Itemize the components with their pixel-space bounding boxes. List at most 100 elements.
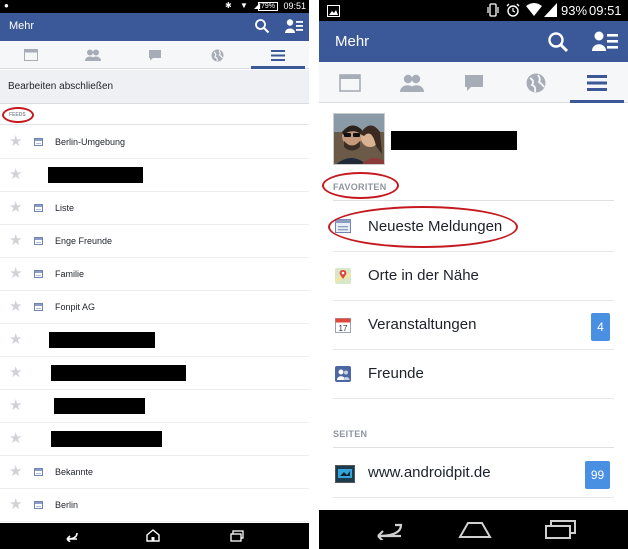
globe-icon	[526, 73, 546, 92]
profile-name-redacted	[391, 131, 517, 150]
annotation-circle-news-feed	[328, 206, 518, 248]
alarm-icon	[506, 3, 520, 22]
friends-icon	[400, 74, 424, 92]
star-icon[interactable]: ★	[9, 431, 22, 446]
status-time: 09:51	[283, 1, 306, 11]
page-icon	[335, 465, 355, 483]
feed-label: Berlin-Umgebung	[55, 137, 126, 147]
feed-list-icon	[34, 237, 43, 245]
finish-editing-button[interactable]: Bearbeiten abschließen	[0, 70, 309, 104]
friends-icon	[85, 49, 101, 61]
star-icon[interactable]: ★	[9, 464, 22, 479]
count-badge: 99	[585, 461, 610, 489]
app-title: Mehr	[9, 20, 35, 32]
news-feed-icon	[339, 73, 361, 92]
star-icon[interactable]: ★	[9, 497, 22, 512]
status-bar: 93% 09:51	[319, 0, 628, 21]
feed-list-item[interactable]: ★ Bekannte	[0, 456, 309, 489]
recent-apps-icon[interactable]	[545, 520, 577, 545]
feed-label-redacted	[54, 398, 145, 414]
tab-bar	[319, 62, 628, 103]
pages-section-header: SEITEN	[333, 422, 614, 448]
star-icon[interactable]: ★	[9, 398, 22, 413]
battery-indicator: 79%	[257, 2, 278, 11]
star-icon[interactable]: ★	[9, 266, 22, 281]
menu-row-www-androidpit-de[interactable]: www.androidpit.de 99	[333, 449, 614, 498]
feed-list-icon	[34, 468, 43, 476]
tab-more[interactable]	[566, 62, 628, 103]
count-badge: 4	[591, 313, 610, 341]
feed-list-item[interactable]: ★ Liste	[0, 192, 309, 225]
annotation-circle-feeds	[2, 107, 34, 123]
friend-list-icon[interactable]	[285, 18, 303, 39]
menu-row-veranstaltungen[interactable]: 17 Veranstaltungen 4	[333, 301, 614, 350]
map-pin-icon	[335, 268, 351, 284]
message-icon	[465, 74, 483, 91]
status-bar: ● ✱ ▼ ◢ 79% 09:51	[0, 0, 309, 13]
feed-list-icon	[34, 501, 43, 509]
feed-label: Berlin	[55, 500, 79, 510]
menu-row-label: Freunde	[368, 365, 424, 382]
star-icon[interactable]: ★	[9, 299, 22, 314]
wifi-icon: ▼	[240, 1, 248, 10]
profile-row[interactable]	[319, 103, 628, 173]
feed-list-item[interactable]: ★	[0, 324, 309, 357]
message-icon	[149, 50, 161, 61]
feed-list-item[interactable]: ★ Enge Freunde	[0, 225, 309, 258]
feed-list-item[interactable]: ★	[0, 423, 309, 456]
menu-row-label: Orte in der Nähe	[368, 267, 479, 284]
recent-apps-icon[interactable]	[230, 529, 244, 547]
tab-notifications[interactable]	[505, 62, 567, 103]
signal-icon	[544, 3, 557, 22]
star-icon[interactable]: ★	[9, 332, 22, 347]
menu-row-orte-in-der-n-he[interactable]: Orte in der Nähe	[333, 252, 614, 301]
feed-list-item[interactable]: ★ Berlin	[0, 489, 309, 522]
app-title: Mehr	[335, 33, 370, 50]
back-icon[interactable]	[63, 529, 79, 547]
avatar	[333, 113, 385, 165]
friend-list-icon[interactable]	[592, 30, 618, 57]
system-nav-bar	[0, 523, 309, 549]
app-bar: Mehr	[319, 21, 628, 62]
calendar-icon: 17	[335, 317, 351, 333]
star-icon[interactable]: ★	[9, 200, 22, 215]
star-icon[interactable]: ★	[9, 167, 22, 182]
feed-label-redacted	[49, 332, 155, 348]
tab-friend-requests[interactable]	[381, 62, 443, 103]
star-icon[interactable]: ★	[9, 233, 22, 248]
tab-news-feed[interactable]	[0, 41, 62, 69]
tab-more[interactable]	[247, 41, 309, 69]
pages-header-label: SEITEN	[333, 429, 368, 439]
feed-list-item[interactable]: ★ Berlin-Umgebung	[0, 126, 309, 159]
feed-label-redacted	[48, 167, 143, 183]
feed-label: Bekannte	[55, 467, 94, 477]
feed-list-item[interactable]: ★ Fonpit AG	[0, 291, 309, 324]
menu-row-freunde[interactable]: Freunde	[333, 350, 614, 399]
menu-row-label: Veranstaltungen	[368, 316, 477, 333]
tab-messages[interactable]	[443, 62, 505, 103]
bluetooth-icon: ✱	[225, 1, 232, 10]
feed-list-icon	[34, 204, 43, 212]
search-icon[interactable]	[547, 31, 569, 58]
home-icon[interactable]	[146, 529, 160, 547]
gallery-notification-icon	[327, 4, 340, 22]
tab-notifications[interactable]	[186, 41, 248, 69]
back-icon[interactable]	[372, 520, 404, 545]
search-icon[interactable]	[254, 18, 270, 39]
star-icon[interactable]: ★	[9, 134, 22, 149]
feed-label-redacted	[51, 365, 186, 381]
feed-list-item[interactable]: ★	[0, 159, 309, 192]
battery-percent: 93%	[561, 3, 588, 18]
tab-messages[interactable]	[124, 41, 186, 69]
feed-list-item[interactable]: ★	[0, 357, 309, 390]
menu-icon	[271, 49, 285, 61]
tab-news-feed[interactable]	[319, 62, 381, 103]
list-bottom-spacer	[319, 499, 628, 510]
feed-label-redacted	[51, 431, 162, 447]
feed-list-item[interactable]: ★ Familie	[0, 258, 309, 291]
wifi-icon	[526, 3, 542, 21]
feed-list-item[interactable]: ★	[0, 390, 309, 423]
star-icon[interactable]: ★	[9, 365, 22, 380]
tab-friend-requests[interactable]	[62, 41, 124, 69]
home-icon[interactable]	[458, 520, 492, 545]
